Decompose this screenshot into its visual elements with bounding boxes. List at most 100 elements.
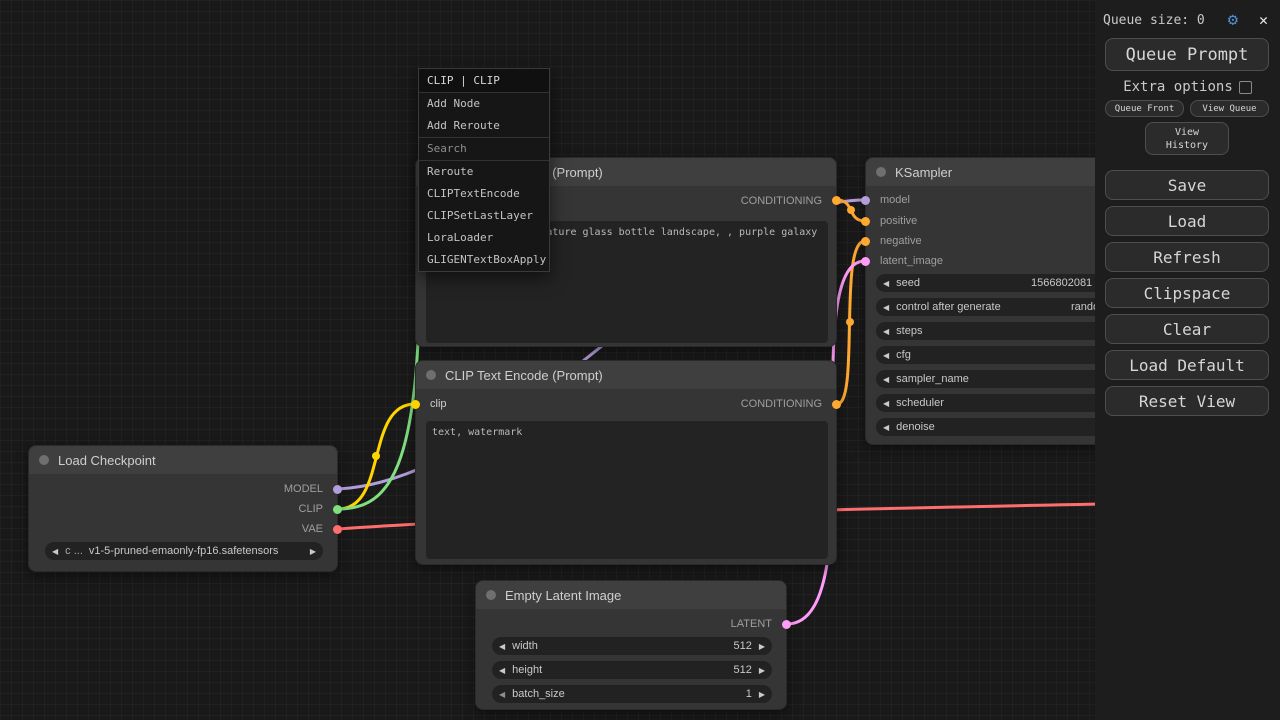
output-slot-model[interactable] (333, 485, 342, 494)
decrement-icon[interactable]: ◀ (876, 375, 896, 384)
settings-gear-icon[interactable]: ⚙ (1228, 10, 1238, 30)
widget-label: cfg (896, 349, 911, 361)
decrement-icon[interactable]: ◀ (492, 690, 512, 699)
queue-size-label: Queue size: 0 (1103, 13, 1205, 28)
output-label-model: MODEL (284, 483, 323, 495)
view-queue-button[interactable]: View Queue (1190, 100, 1269, 117)
node-title-bar[interactable]: Load Checkpoint (29, 446, 337, 474)
node-title-label: Load Checkpoint (58, 453, 156, 468)
link-midpoint-dot (846, 318, 854, 326)
output-slot-conditioning[interactable] (832, 196, 841, 205)
widget-width[interactable]: ◀ width 512 ▶ (492, 637, 772, 655)
collapse-dot[interactable] (876, 167, 886, 177)
decrement-icon[interactable]: ◀ (876, 279, 896, 288)
widget-batch-size[interactable]: ◀ batch_size 1 ▶ (492, 685, 772, 703)
collapse-dot[interactable] (426, 370, 436, 380)
node-title-label: KSampler (895, 165, 952, 180)
increment-icon[interactable]: ▶ (752, 690, 772, 699)
decrement-icon[interactable]: ◀ (876, 399, 896, 408)
increment-icon[interactable]: ▶ (752, 642, 772, 651)
widget-label: sampler_name (896, 373, 969, 385)
clipspace-button[interactable]: Clipspace (1105, 278, 1269, 308)
input-slot-negative[interactable] (861, 237, 870, 246)
extra-options-row: Extra options (1095, 79, 1280, 95)
menu-panel: Queue size: 0 ⚙ ✕ Queue Prompt Extra opt… (1095, 0, 1280, 720)
input-label-positive: positive (880, 215, 917, 227)
view-history-button[interactable]: View History (1145, 122, 1229, 155)
input-label-negative: negative (880, 235, 922, 247)
node-title-label: Empty Latent Image (505, 588, 621, 603)
output-slot-conditioning[interactable] (832, 400, 841, 409)
node-load-checkpoint[interactable]: Load Checkpoint MODEL CLIP VAE ◀ c ... v… (28, 445, 338, 572)
decrement-icon[interactable]: ◀ (876, 351, 896, 360)
widget-value: 512 (733, 640, 751, 652)
widget-label: scheduler (896, 397, 944, 409)
decrement-icon[interactable]: ◀ (492, 666, 512, 675)
menu-item-add-reroute[interactable]: Add Reroute (419, 115, 549, 137)
input-slot-latent-image[interactable] (861, 257, 870, 266)
refresh-button[interactable]: Refresh (1105, 242, 1269, 272)
widget-label: batch_size (512, 688, 565, 700)
widget-label: seed (896, 277, 920, 289)
clear-button[interactable]: Clear (1105, 314, 1269, 344)
menu-item-reroute[interactable]: Reroute (419, 161, 549, 183)
decrement-icon[interactable]: ◀ (876, 303, 896, 312)
output-slot-latent[interactable] (782, 620, 791, 629)
menu-search-input[interactable]: Search (419, 138, 549, 161)
decrement-icon[interactable]: ◀ (492, 642, 512, 651)
extra-options-label: Extra options (1123, 79, 1233, 95)
link-midpoint-dot (372, 452, 380, 460)
output-slot-clip[interactable] (333, 505, 342, 514)
save-button[interactable]: Save (1105, 170, 1269, 200)
reset-view-button[interactable]: Reset View (1105, 386, 1269, 416)
widget-ckpt-name[interactable]: ◀ c ... v1-5-pruned-emaonly-fp16.safeten… (45, 542, 323, 560)
queue-front-button[interactable]: Queue Front (1105, 100, 1184, 117)
extra-options-checkbox[interactable] (1239, 81, 1252, 94)
queue-prompt-button[interactable]: Queue Prompt (1105, 38, 1269, 71)
collapse-dot[interactable] (486, 590, 496, 600)
menu-item-add-node[interactable]: Add Node (419, 93, 549, 115)
load-button[interactable]: Load (1105, 206, 1269, 236)
context-menu: CLIP | CLIP Add Node Add Reroute Search … (418, 68, 550, 272)
node-title-bar[interactable]: CLIP Text Encode (Prompt) (416, 361, 836, 389)
input-slot-clip[interactable] (411, 400, 420, 409)
menu-item-gligentextboxapply[interactable]: GLIGENTextBoxApply (419, 249, 549, 271)
context-menu-title: CLIP | CLIP (419, 69, 549, 93)
node-title-label: CLIP Text Encode (Prompt) (445, 368, 603, 383)
next-option-icon[interactable]: ▶ (303, 547, 323, 556)
output-label-conditioning: CONDITIONING (741, 195, 822, 207)
link-midpoint-dot (847, 206, 855, 214)
node-empty-latent-image[interactable]: Empty Latent Image LATENT ◀ width 512 ▶ … (475, 580, 787, 710)
decrement-icon[interactable]: ◀ (876, 423, 896, 432)
widget-label: steps (896, 325, 922, 337)
close-icon[interactable]: ✕ (1259, 11, 1268, 29)
prompt-textarea[interactable]: text, watermark (426, 421, 828, 559)
output-label-clip: CLIP (299, 503, 323, 515)
widget-height[interactable]: ◀ height 512 ▶ (492, 661, 772, 679)
widget-label: width (512, 640, 538, 652)
prev-option-icon[interactable]: ◀ (45, 547, 65, 556)
menu-item-cliptextencode[interactable]: CLIPTextEncode (419, 183, 549, 205)
widget-label: height (512, 664, 542, 676)
output-label-vae: VAE (302, 523, 323, 535)
increment-icon[interactable]: ▶ (752, 666, 772, 675)
widget-value: v1-5-pruned-emaonly-fp16.safetensors (89, 545, 279, 557)
output-label-latent: LATENT (731, 618, 772, 630)
widget-label: c ... (65, 545, 83, 557)
output-label-conditioning: CONDITIONING (741, 398, 822, 410)
input-slot-model[interactable] (861, 196, 870, 205)
widget-value: 512 (733, 664, 751, 676)
widget-label: denoise (896, 421, 935, 433)
input-slot-positive[interactable] (861, 217, 870, 226)
node-title-bar[interactable]: Empty Latent Image (476, 581, 786, 609)
decrement-icon[interactable]: ◀ (876, 327, 896, 336)
output-slot-vae[interactable] (333, 525, 342, 534)
collapse-dot[interactable] (39, 455, 49, 465)
node-clip-text-encode-negative[interactable]: CLIP Text Encode (Prompt) clip CONDITION… (415, 360, 837, 565)
widget-label: control after generate (896, 301, 1001, 313)
menu-item-loraloader[interactable]: LoraLoader (419, 227, 549, 249)
input-label-clip: clip (430, 398, 447, 410)
load-default-button[interactable]: Load Default (1105, 350, 1269, 380)
menu-item-clipsetlastlayer[interactable]: CLIPSetLastLayer (419, 205, 549, 227)
comfyui-canvas[interactable]: CLIP Text Encode (Prompt) CONDITIONING b… (0, 0, 1280, 720)
